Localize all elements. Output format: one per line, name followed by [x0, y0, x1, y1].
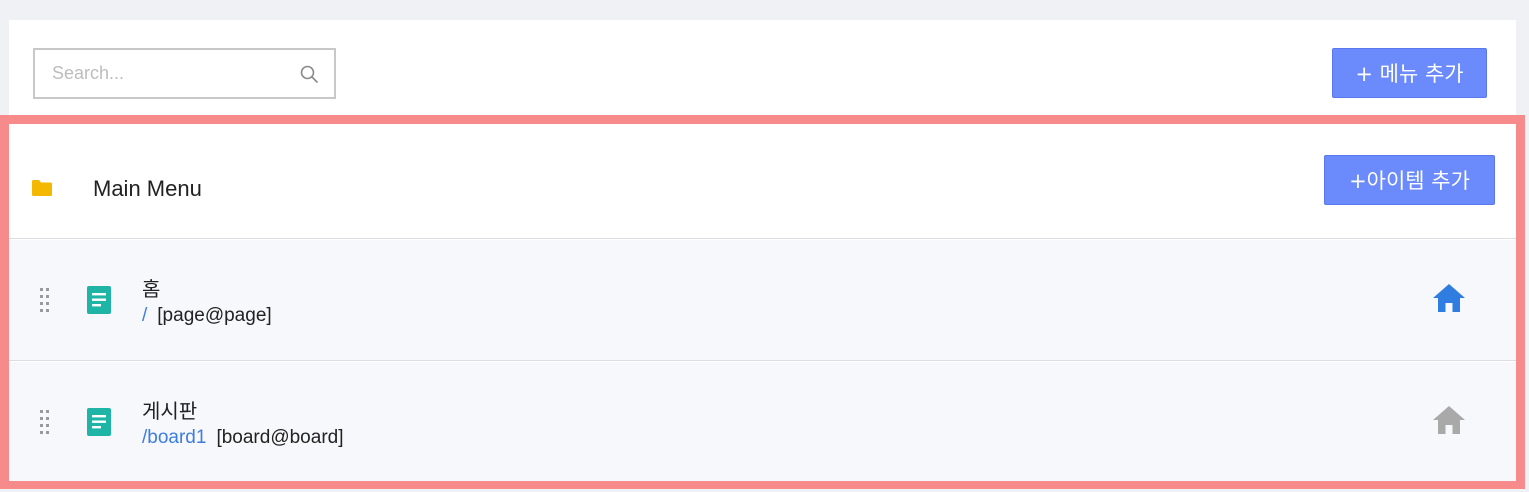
drag-handle-icon[interactable]: [38, 408, 52, 440]
add-menu-button[interactable]: + 메뉴 추가: [1332, 48, 1487, 98]
menu-title: Main Menu: [93, 176, 202, 201]
search-input[interactable]: [35, 50, 285, 97]
home-icon[interactable]: [1432, 282, 1466, 314]
document-icon: [87, 408, 111, 436]
drag-handle-icon[interactable]: [38, 286, 52, 318]
search-icon[interactable]: [299, 64, 319, 84]
search-box[interactable]: [33, 48, 336, 99]
item-name: 홈: [142, 277, 161, 301]
menu-card: Main Menu +아이템 추가 홈 / [page@page] 게시판 /b…: [0, 115, 1525, 489]
toolbar-card: + 메뉴 추가: [9, 20, 1516, 120]
item-meta: /board1 [board@board]: [142, 427, 344, 449]
item-name: 게시판: [142, 399, 198, 423]
item-path-link[interactable]: /: [142, 305, 147, 326]
add-item-button[interactable]: +아이템 추가: [1324, 155, 1495, 205]
folder-icon: [32, 180, 52, 196]
menu-header: Main Menu +아이템 추가: [9, 124, 1516, 239]
item-type: [page@page]: [157, 305, 272, 326]
menu-item-row[interactable]: 게시판 /board1 [board@board]: [9, 362, 1516, 481]
document-icon: [87, 286, 111, 314]
menu-item-row[interactable]: 홈 / [page@page]: [9, 240, 1516, 361]
home-icon[interactable]: [1432, 404, 1466, 436]
item-path-link[interactable]: /board1: [142, 427, 206, 448]
item-meta: / [page@page]: [142, 305, 272, 327]
item-type: [board@board]: [216, 427, 344, 448]
